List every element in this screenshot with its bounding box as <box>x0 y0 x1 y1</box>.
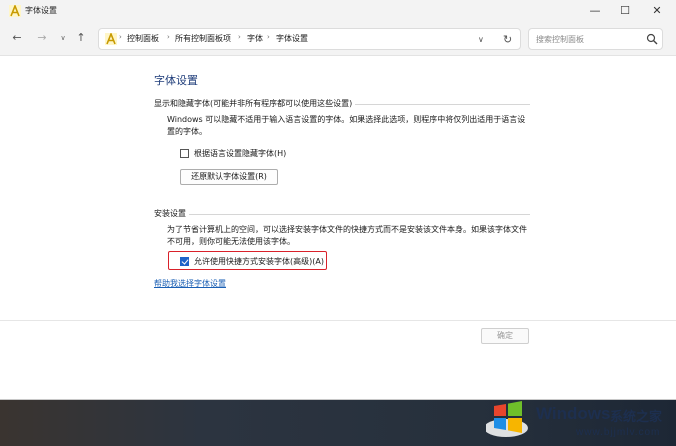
breadcrumb-font-settings[interactable]: 字体设置 <box>276 33 308 44</box>
breadcrumb-separator: › <box>238 33 241 41</box>
up-arrow-icon[interactable]: ↑ <box>74 31 88 45</box>
page-title: 字体设置 <box>154 74 198 87</box>
refresh-icon[interactable]: ↻ <box>503 33 512 46</box>
show-hide-description-line: 置的字体。 <box>167 127 207 136</box>
font-folder-icon <box>105 33 117 45</box>
font-app-icon <box>9 5 21 17</box>
breadcrumb-all-items[interactable]: 所有控制面板项 <box>175 33 231 44</box>
section-divider <box>154 214 530 215</box>
watermark: Windows 系统之家 www.bjjmlv.com <box>486 390 676 446</box>
breadcrumb-separator: › <box>167 33 170 41</box>
close-button[interactable]: ✕ <box>642 0 672 22</box>
address-dropdown-chevron-icon[interactable]: ∨ <box>478 35 484 44</box>
show-hide-description-line: Windows 可以隐藏不适用于输入语言设置的字体。如果选择此选项，则程序中将仅… <box>167 115 526 124</box>
shortcut-install-checkbox[interactable] <box>180 257 189 266</box>
search-placeholder: 搜索控制面板 <box>536 35 584 44</box>
watermark-cn: 系统之家 <box>610 410 663 425</box>
breadcrumb-control-panel[interactable]: 控制面板 <box>127 33 159 44</box>
title-bar: 字体设置 — ☐ ✕ <box>0 0 676 22</box>
navigation-bar: ← → ∨ ↑ › 控制面板 › 所有控制面板项 › 字体 › 字体设置 ∨ ↻… <box>0 22 676 56</box>
shortcut-install-checkbox-row[interactable]: 允许使用快捷方式安装字体(高级)(A) <box>180 256 325 268</box>
install-description-line: 为了节省计算机上的空间，可以选择安装字体文件的快捷方式而不是安装该文件本身。如果… <box>167 225 527 234</box>
hide-fonts-checkbox[interactable] <box>180 149 189 158</box>
recent-locations-chevron-icon[interactable]: ∨ <box>56 31 70 45</box>
window-title: 字体设置 <box>25 6 57 15</box>
breadcrumb-fonts[interactable]: 字体 <box>247 33 263 44</box>
watermark-url: www.bjjmlv.com <box>576 427 661 438</box>
install-description: 为了节省计算机上的空间，可以选择安装字体文件的快捷方式而不是安装该文件本身。如果… <box>167 224 532 248</box>
footer-divider <box>0 320 676 321</box>
address-bar[interactable]: › 控制面板 › 所有控制面板项 › 字体 › 字体设置 <box>98 28 521 50</box>
windows-logo-icon <box>486 401 528 437</box>
font-settings-window: 字体设置 — ☐ ✕ ← → ∨ ↑ › 控制面板 › 所有控制面板项 › 字体… <box>0 0 676 400</box>
install-section-label: 安装设置 <box>154 208 189 219</box>
breadcrumb-separator: › <box>267 33 270 41</box>
show-hide-description: Windows 可以隐藏不适用于输入语言设置的字体。如果选择此选项，则程序中将仅… <box>167 114 532 138</box>
hide-fonts-checkbox-label[interactable]: 根据语言设置隐藏字体(H) <box>194 148 286 159</box>
maximize-button[interactable]: ☐ <box>610 0 640 22</box>
shortcut-install-checkbox-label[interactable]: 允许使用快捷方式安装字体(高级)(A) <box>194 256 324 267</box>
search-box[interactable]: 搜索控制面板 <box>528 28 663 50</box>
forward-arrow-icon[interactable]: → <box>35 31 49 45</box>
watermark-brand: Windows <box>536 404 611 423</box>
hide-fonts-checkbox-row[interactable]: 根据语言设置隐藏字体(H) <box>180 148 300 160</box>
install-description-line: 不可用，则你可能无法使用该字体。 <box>167 237 295 246</box>
breadcrumb-separator: › <box>119 33 122 41</box>
ok-button[interactable]: 确定 <box>481 328 529 344</box>
back-arrow-icon[interactable]: ← <box>10 31 24 45</box>
help-link[interactable]: 帮助我选择字体设置 <box>154 278 226 289</box>
search-icon[interactable] <box>646 33 658 45</box>
show-hide-section-label: 显示和隐藏字体(可能并非所有程序都可以使用这些设置) <box>154 98 356 109</box>
minimize-button[interactable]: — <box>580 0 610 22</box>
restore-default-font-settings-button[interactable]: 还原默认字体设置(R) <box>180 169 278 185</box>
